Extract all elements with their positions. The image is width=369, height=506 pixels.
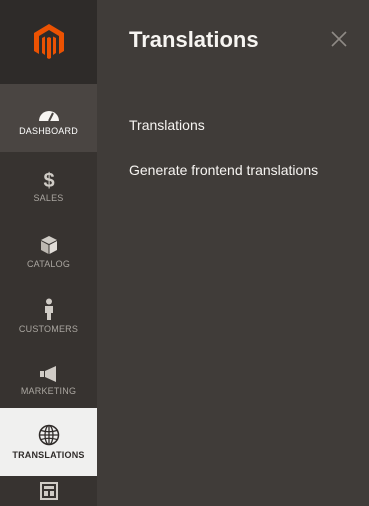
layout-icon (39, 482, 58, 500)
menu-link-generate-frontend-translations[interactable]: Generate frontend translations (129, 162, 318, 178)
magento-logo-icon (33, 24, 64, 59)
sidebar-item-label: TRANSLATIONS (12, 450, 85, 460)
admin-frame: DASHBOARD $ SALES CATALOG CUSTOMERS MARK… (0, 0, 369, 506)
dashboard-gauge-icon (38, 100, 60, 122)
megaphone-icon (38, 360, 60, 382)
sidebar-item-translations[interactable]: TRANSLATIONS (0, 408, 97, 476)
flyout-panel: Translations Translations Generate front… (97, 0, 369, 506)
sidebar-item-label: MARKETING (20, 386, 77, 396)
sidebar-item-content[interactable] (0, 476, 97, 506)
sidebar-item-label: DASHBOARD (19, 126, 78, 136)
close-button[interactable] (329, 29, 349, 49)
dollar-icon: $ (41, 167, 57, 189)
person-icon (43, 298, 55, 320)
sidebar-item-dashboard[interactable]: DASHBOARD (0, 84, 97, 152)
sidebar-item-marketing[interactable]: MARKETING (0, 348, 97, 408)
svg-text:$: $ (43, 170, 54, 189)
globe-icon (38, 424, 60, 446)
box-icon (40, 233, 58, 255)
logo-container[interactable] (0, 0, 97, 84)
menu-link-translations[interactable]: Translations (129, 117, 205, 133)
admin-sidebar: DASHBOARD $ SALES CATALOG CUSTOMERS MARK… (0, 0, 97, 506)
sidebar-item-label: SALES (33, 193, 64, 203)
sidebar-item-label: CUSTOMERS (18, 324, 79, 334)
flyout-title: Translations (129, 27, 259, 52)
sidebar-item-label: CATALOG (26, 259, 71, 269)
sidebar-item-catalog[interactable]: CATALOG (0, 218, 97, 284)
close-icon (331, 31, 347, 47)
sidebar-item-sales[interactable]: $ SALES (0, 152, 97, 218)
sidebar-item-customers[interactable]: CUSTOMERS (0, 284, 97, 348)
